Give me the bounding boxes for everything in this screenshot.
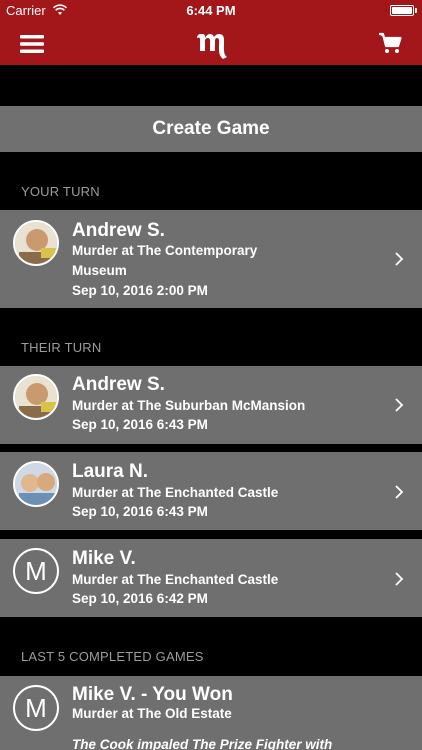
player-name: Andrew S.	[72, 374, 165, 395]
nav-bar	[0, 22, 422, 65]
player-name: Mike V.	[72, 548, 136, 569]
player-name: Mike V. - You Won	[72, 684, 233, 705]
avatar-letter: M	[13, 685, 59, 731]
player-name: Andrew S.	[72, 220, 165, 241]
m-logo-icon[interactable]	[193, 28, 229, 60]
game-date: Sep 10, 2016 6:43 PM	[72, 504, 208, 519]
game-title: Murder at The Enchanted Castle	[72, 572, 279, 587]
game-description: The Cook impaled The Prize Fighter with	[72, 737, 333, 750]
section-header-their-turn: THEIR TURN	[21, 340, 102, 355]
avatar-photo	[15, 463, 57, 505]
chevron-right-icon	[395, 485, 404, 499]
section-header-completed: LAST 5 COMPLETED GAMES	[21, 649, 204, 664]
avatar	[13, 220, 59, 266]
game-title: Murder at The Old Estate	[72, 706, 232, 721]
game-row-completed-1[interactable]: M Mike V. - You Won Murder at The Old Es…	[0, 676, 422, 750]
chevron-right-icon	[395, 572, 404, 586]
game-title: Murder at The Suburban McMansion	[72, 398, 306, 413]
hamburger-menu-icon[interactable]	[20, 34, 44, 54]
game-date: Sep 10, 2016 2:00 PM	[72, 283, 208, 298]
avatar-letter: M	[13, 548, 59, 594]
battery-tip	[415, 8, 417, 13]
avatar-photo	[15, 376, 57, 418]
create-game-button[interactable]: Create Game	[0, 106, 422, 152]
avatar-photo	[15, 222, 57, 264]
game-row-their-turn-3[interactable]: M Mike V. Murder at The Enchanted Castle…	[0, 539, 422, 617]
game-title-continued: Museum	[72, 263, 127, 278]
shopping-cart-icon[interactable]	[378, 31, 402, 55]
section-header-your-turn: YOUR TURN	[21, 184, 100, 199]
game-row-your-turn-1[interactable]: Andrew S. Murder at The Contemporary Mus…	[0, 210, 422, 308]
game-row-their-turn-1[interactable]: Andrew S. Murder at The Suburban McMansi…	[0, 366, 422, 444]
clock: 6:44 PM	[186, 3, 236, 18]
avatar	[13, 374, 59, 420]
status-bar: Carrier 6:44 PM	[0, 0, 422, 22]
game-date: Sep 10, 2016 6:42 PM	[72, 591, 208, 606]
game-title: Murder at The Enchanted Castle	[72, 485, 279, 500]
chevron-right-icon	[395, 398, 404, 412]
avatar	[13, 461, 59, 507]
game-title: Murder at The Contemporary	[72, 243, 258, 258]
player-name: Laura N.	[72, 461, 149, 482]
battery-icon	[390, 5, 414, 16]
game-date: Sep 10, 2016 6:43 PM	[72, 417, 208, 432]
chevron-right-icon	[395, 252, 404, 266]
game-row-their-turn-2[interactable]: Laura N. Murder at The Enchanted Castle …	[0, 452, 422, 530]
